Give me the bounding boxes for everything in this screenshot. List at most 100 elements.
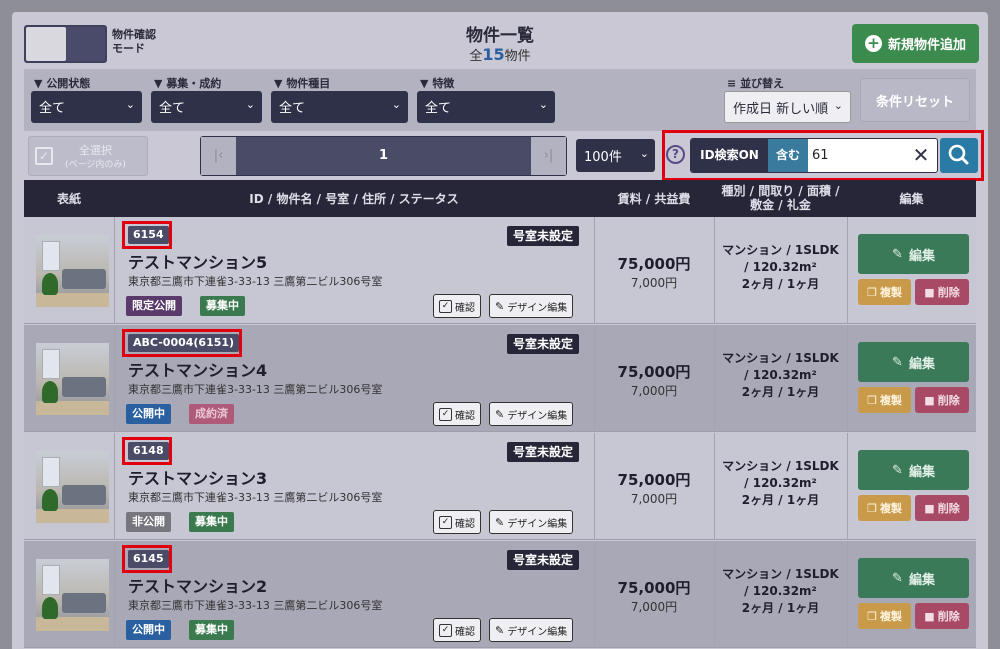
table-row: 6148 号室未設定 テストマンション3 東京都三鷹市下連雀3-33-13 三鷹… [24, 433, 976, 540]
property-thumbnail[interactable] [36, 343, 109, 415]
magic-wand-icon: ✎ [495, 515, 505, 529]
current-page[interactable]: 1 [237, 137, 530, 175]
table-row: 6145 号室未設定 テストマンション2 東京都三鷹市下連雀3-33-13 三鷹… [24, 541, 976, 648]
thumb-floor [36, 401, 109, 415]
edit-label: 編集 [908, 248, 935, 264]
thumb-floor [36, 293, 109, 307]
funnel-icon: ▼ [154, 77, 163, 90]
property-address: 東京都三鷹市下連雀3-33-13 三鷹第二ビル306号室 [128, 491, 383, 504]
magic-wand-icon: ✎ [495, 623, 505, 637]
property-name[interactable]: テストマンション2 [128, 573, 267, 597]
table-header: 表紙 ID / 物件名 / 号室 / 住所 / ステータス 賃料 / 共益費 種… [24, 180, 976, 217]
delete-button[interactable]: ■ 削除 [915, 279, 969, 305]
thumb-window [42, 457, 60, 487]
thumb-sofa [62, 593, 106, 613]
select-all-label: 全選択 [79, 144, 112, 157]
filter-label-property-type: ▼ 物件種目 [274, 75, 330, 91]
design-edit-button[interactable]: ✎ デザイン編集 [489, 618, 574, 642]
edit-button[interactable]: ✎ 編集 [858, 342, 969, 382]
thumb-plant [42, 381, 58, 403]
select-all-button[interactable]: ✓ 全選択 (ページ内のみ) [28, 136, 148, 176]
delete-button[interactable]: ■ 削除 [915, 603, 969, 629]
property-count: 全15物件 [0, 45, 1000, 64]
copy-icon: ❐ [867, 285, 877, 299]
duplicate-button[interactable]: ❐ 複製 [858, 279, 911, 305]
property-thumbnail[interactable] [36, 235, 109, 307]
property-name[interactable]: テストマンション5 [128, 249, 267, 273]
edit-button[interactable]: ✎ 編集 [858, 450, 969, 490]
count-prefix: 全 [469, 49, 483, 64]
sort-select[interactable]: 作成日 新しい順 ⌄ [724, 91, 851, 123]
thumb-sofa [62, 377, 106, 397]
trash-icon: ■ [924, 609, 935, 623]
property-thumbnail[interactable] [36, 559, 109, 631]
confirm-button[interactable]: ✓ 確認 [433, 618, 481, 642]
filter-label-sort: ≡ 並び替え [727, 75, 784, 91]
filter-label-text: 特徴 [432, 77, 455, 90]
last-page-button[interactable]: ›| [531, 137, 566, 175]
search-highlight-box [662, 130, 984, 181]
select-value: 全て [39, 101, 66, 116]
common-fee-value: 7,000円 [630, 600, 678, 614]
design-edit-button[interactable]: ✎ デザイン編集 [489, 402, 574, 426]
add-property-button[interactable]: + 新規物件追加 [852, 24, 979, 63]
table-row: ABC-0004(6151) 号室未設定 テストマンション4 東京都三鷹市下連雀… [24, 325, 976, 432]
duplicate-button[interactable]: ❐ 複製 [858, 495, 911, 521]
check-square-icon: ✓ [439, 407, 452, 421]
recruit-select[interactable]: 全て ⌄ [151, 91, 262, 123]
spec-type-layout: マンション / 1SLDK [722, 459, 839, 473]
count-number: 15 [482, 45, 505, 64]
property-name[interactable]: テストマンション4 [128, 357, 267, 381]
per-page-select[interactable]: 100件 ⌄ [576, 139, 655, 172]
column-divider [114, 541, 115, 648]
spec-area: / 120.32m² [744, 476, 817, 490]
public-status-select[interactable]: 全て ⌄ [31, 91, 142, 123]
select-all-sublabel: (ページ内のみ) [65, 160, 126, 170]
reset-filters-button[interactable]: 条件リセット [860, 78, 970, 122]
filter-label-recruit: ▼ 募集・成約 [154, 75, 221, 91]
rent-value: 75,000円 [617, 579, 691, 597]
duplicate-button[interactable]: ❐ 複製 [858, 387, 911, 413]
filter-label-text: 物件種目 [286, 77, 331, 90]
recruit-status-badge: 募集中 [189, 512, 234, 532]
duplicate-label: 複製 [879, 502, 902, 515]
spec-deposit-key-money: 2ヶ月 / 1ヶ月 [741, 493, 820, 507]
funnel-icon: ▼ [34, 77, 43, 90]
thumb-plant [42, 597, 58, 619]
edit-button[interactable]: ✎ 編集 [858, 558, 969, 598]
design-edit-button[interactable]: ✎ デザイン編集 [489, 510, 574, 534]
property-type-select[interactable]: 全て ⌄ [271, 91, 408, 123]
edit-button[interactable]: ✎ 編集 [858, 234, 969, 274]
spec-area: / 120.32m² [744, 260, 817, 274]
confirm-button[interactable]: ✓ 確認 [433, 402, 481, 426]
spec-deposit-key-money: 2ヶ月 / 1ヶ月 [741, 385, 820, 399]
header-rent: 賃料 / 共益費 [617, 192, 691, 206]
delete-button[interactable]: ■ 削除 [915, 495, 969, 521]
header-spec-line1: 種別 / 間取り / 面積 / [721, 184, 840, 198]
confirm-button[interactable]: ✓ 確認 [433, 294, 481, 318]
delete-label: 削除 [937, 502, 960, 515]
thumb-plant [42, 489, 58, 511]
chevron-down-icon: ⌄ [639, 147, 649, 160]
pencil-icon: ✎ [892, 570, 903, 586]
features-select[interactable]: 全て ⌄ [417, 91, 555, 123]
property-name[interactable]: テストマンション3 [128, 465, 267, 489]
trash-icon: ■ [924, 285, 935, 299]
confirm-button[interactable]: ✓ 確認 [433, 510, 481, 534]
recruit-status-badge: 募集中 [200, 296, 245, 316]
publish-status-badge: 限定公開 [126, 296, 182, 316]
duplicate-button[interactable]: ❐ 複製 [858, 603, 911, 629]
thumb-sofa [62, 269, 106, 289]
delete-button[interactable]: ■ 削除 [915, 387, 969, 413]
select-value: 作成日 新しい順 [733, 102, 829, 117]
first-page-button[interactable]: |‹ [201, 137, 236, 175]
table-row: 6154 号室未設定 テストマンション5 東京都三鷹市下連雀3-33-13 三鷹… [24, 217, 976, 324]
edit-label: 編集 [908, 356, 935, 372]
design-edit-button[interactable]: ✎ デザイン編集 [489, 294, 574, 318]
spec-deposit-key-money: 2ヶ月 / 1ヶ月 [741, 277, 820, 291]
id-highlight-box [122, 437, 172, 465]
property-address: 東京都三鷹市下連雀3-33-13 三鷹第二ビル306号室 [128, 383, 383, 396]
design-edit-label: デザイン編集 [507, 626, 568, 638]
header-info: ID / 物件名 / 号室 / 住所 / ステータス [249, 192, 459, 206]
property-thumbnail[interactable] [36, 451, 109, 523]
